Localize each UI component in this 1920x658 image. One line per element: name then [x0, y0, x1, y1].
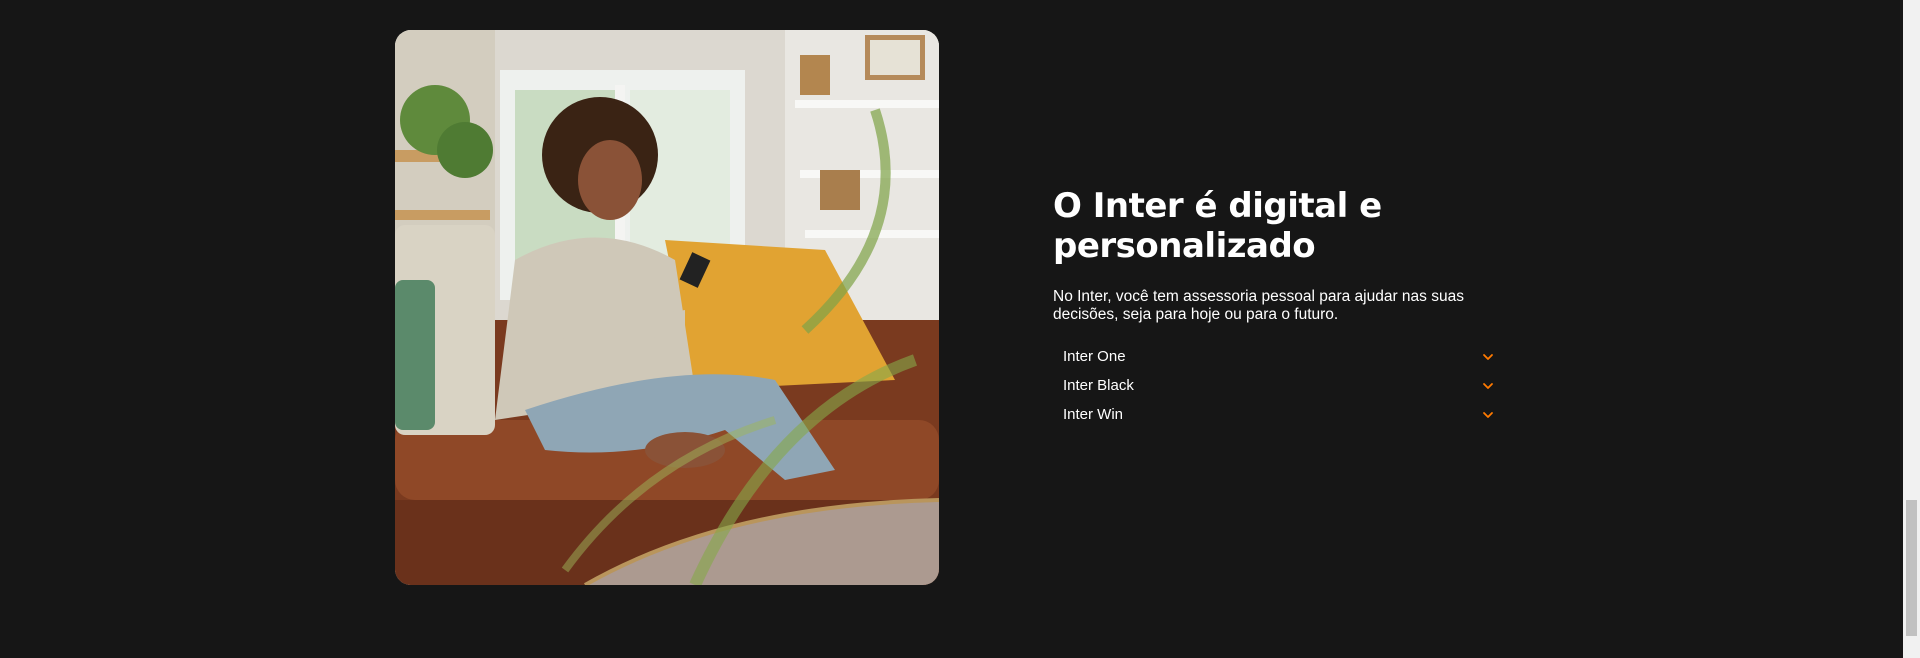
- accordion-label: Inter One: [1063, 348, 1126, 365]
- accordion-label: Inter Win: [1063, 406, 1124, 423]
- section-title: O Inter é digital e personalizado: [1053, 186, 1382, 266]
- scrollbar-thumb[interactable]: [1906, 500, 1917, 636]
- section-description: No Inter, você tem assessoria pessoal pa…: [1053, 288, 1464, 323]
- accordion-item-inter-win[interactable]: Inter Win: [1053, 400, 1498, 429]
- accordion-item-inter-black[interactable]: Inter Black: [1053, 371, 1498, 400]
- chevron-down-icon: [1483, 411, 1493, 418]
- page: O Inter é digital e personalizado No Int…: [0, 0, 1920, 658]
- accordion-item-inter-one[interactable]: Inter One: [1053, 342, 1498, 371]
- chevron-down-icon: [1483, 382, 1493, 389]
- content-column: O Inter é digital e personalizado No Int…: [1053, 186, 1498, 445]
- chevron-down-icon: [1483, 353, 1493, 360]
- hero-photo: [395, 30, 939, 585]
- accordion-label: Inter Black: [1063, 377, 1134, 394]
- accordion-list: Inter One Inter Black Inter Win: [1053, 342, 1498, 429]
- photo-illustration: [395, 30, 939, 585]
- page-scrollbar[interactable]: [1903, 0, 1920, 658]
